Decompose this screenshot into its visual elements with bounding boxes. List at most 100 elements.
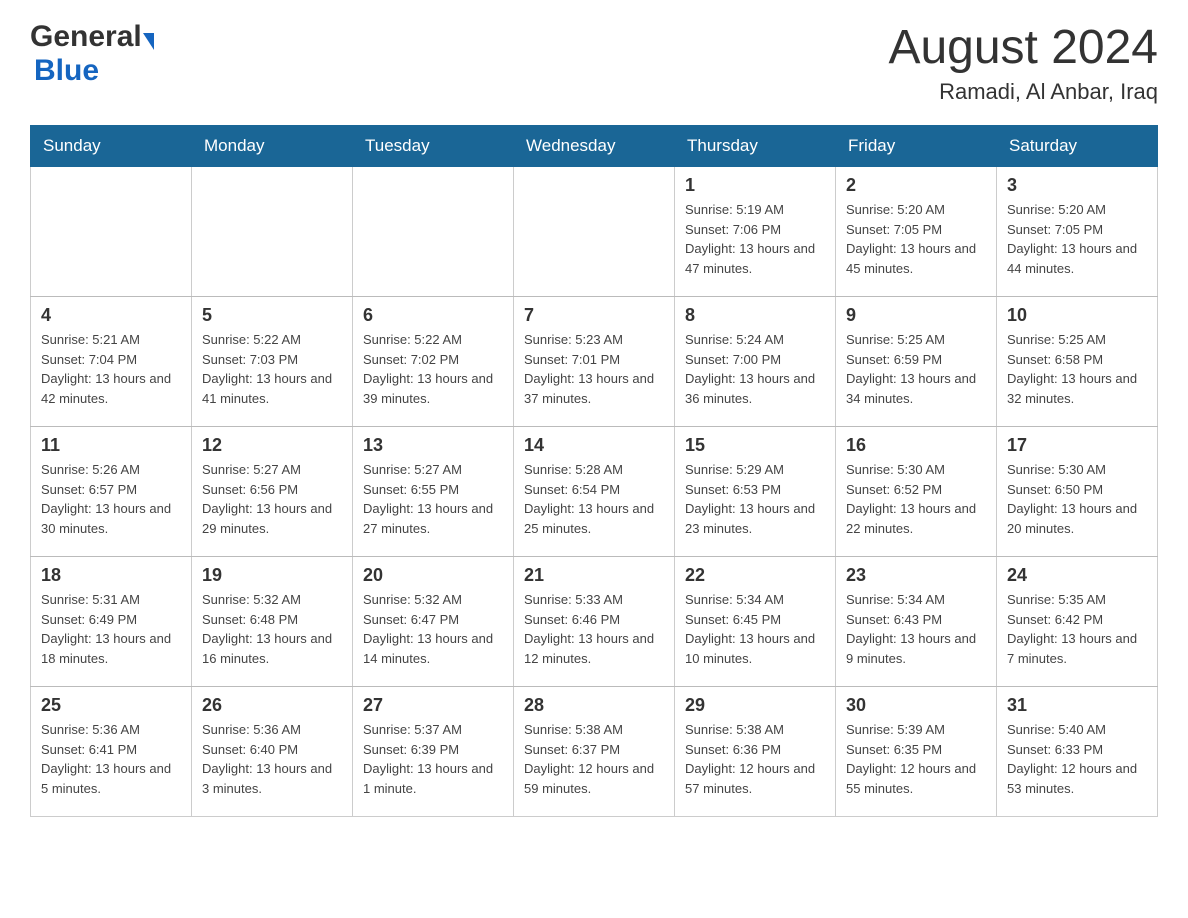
day-info: Sunrise: 5:19 AM Sunset: 7:06 PM Dayligh… <box>685 200 825 278</box>
calendar-header-row: SundayMondayTuesdayWednesdayThursdayFrid… <box>31 126 1158 167</box>
day-info: Sunrise: 5:21 AM Sunset: 7:04 PM Dayligh… <box>41 330 181 408</box>
column-header-friday: Friday <box>836 126 997 167</box>
day-info: Sunrise: 5:23 AM Sunset: 7:01 PM Dayligh… <box>524 330 664 408</box>
day-number: 11 <box>41 435 181 456</box>
column-header-tuesday: Tuesday <box>353 126 514 167</box>
day-info: Sunrise: 5:35 AM Sunset: 6:42 PM Dayligh… <box>1007 590 1147 668</box>
day-number: 23 <box>846 565 986 586</box>
day-number: 31 <box>1007 695 1147 716</box>
day-number: 5 <box>202 305 342 326</box>
day-number: 27 <box>363 695 503 716</box>
day-number: 9 <box>846 305 986 326</box>
day-info: Sunrise: 5:22 AM Sunset: 7:03 PM Dayligh… <box>202 330 342 408</box>
calendar-cell: 25Sunrise: 5:36 AM Sunset: 6:41 PM Dayli… <box>31 687 192 817</box>
calendar-cell: 10 Sunrise: 5:25 AM Sunset: 6:58 PM Dayli… <box>997 297 1158 427</box>
calendar-cell: 12 Sunrise: 5:27 AM Sunset: 6:56 PM Dayli… <box>192 427 353 557</box>
day-number: 26 <box>202 695 342 716</box>
calendar-cell: 13 Sunrise: 5:27 AM Sunset: 6:55 PM Dayli… <box>353 427 514 557</box>
day-number: 2 <box>846 175 986 196</box>
day-info: Sunrise: 5:32 AM Sunset: 6:47 PM Dayligh… <box>363 590 503 668</box>
day-info: Sunrise: 5:29 AM Sunset: 6:53 PM Dayligh… <box>685 460 825 538</box>
day-info: Sunrise: 5:37 AM Sunset: 6:39 PM Dayligh… <box>363 720 503 798</box>
calendar-week-row: 18Sunrise: 5:31 AM Sunset: 6:49 PM Dayli… <box>31 557 1158 687</box>
column-header-saturday: Saturday <box>997 126 1158 167</box>
day-info: Sunrise: 5:36 AM Sunset: 6:41 PM Dayligh… <box>41 720 181 798</box>
day-number: 7 <box>524 305 664 326</box>
day-info: Sunrise: 5:40 AM Sunset: 6:33 PM Dayligh… <box>1007 720 1147 798</box>
calendar-cell: 9 Sunrise: 5:25 AM Sunset: 6:59 PM Daylig… <box>836 297 997 427</box>
day-number: 15 <box>685 435 825 456</box>
day-info: Sunrise: 5:30 AM Sunset: 6:50 PM Dayligh… <box>1007 460 1147 538</box>
day-number: 10 <box>1007 305 1147 326</box>
day-info: Sunrise: 5:25 AM Sunset: 6:59 PM Dayligh… <box>846 330 986 408</box>
calendar-week-row: 25Sunrise: 5:36 AM Sunset: 6:41 PM Dayli… <box>31 687 1158 817</box>
calendar-cell: 6Sunrise: 5:22 AM Sunset: 7:02 PM Daylig… <box>353 297 514 427</box>
day-info: Sunrise: 5:20 AM Sunset: 7:05 PM Dayligh… <box>1007 200 1147 278</box>
calendar-cell: 15 Sunrise: 5:29 AM Sunset: 6:53 PM Dayli… <box>675 427 836 557</box>
day-number: 13 <box>363 435 503 456</box>
calendar-cell: 17Sunrise: 5:30 AM Sunset: 6:50 PM Dayli… <box>997 427 1158 557</box>
day-info: Sunrise: 5:27 AM Sunset: 6:56 PM Dayligh… <box>202 460 342 538</box>
calendar-cell <box>192 167 353 297</box>
calendar-cell: 28 Sunrise: 5:38 AM Sunset: 6:37 PM Dayli… <box>514 687 675 817</box>
calendar-cell <box>31 167 192 297</box>
calendar-cell <box>353 167 514 297</box>
day-info: Sunrise: 5:20 AM Sunset: 7:05 PM Dayligh… <box>846 200 986 278</box>
calendar-cell: 3 Sunrise: 5:20 AM Sunset: 7:05 PM Daylig… <box>997 167 1158 297</box>
column-header-monday: Monday <box>192 126 353 167</box>
day-number: 1 <box>685 175 825 196</box>
logo-blue-text: Blue <box>30 54 99 87</box>
calendar-cell: 30Sunrise: 5:39 AM Sunset: 6:35 PM Dayli… <box>836 687 997 817</box>
day-number: 14 <box>524 435 664 456</box>
day-info: Sunrise: 5:33 AM Sunset: 6:46 PM Dayligh… <box>524 590 664 668</box>
calendar-cell: 18Sunrise: 5:31 AM Sunset: 6:49 PM Dayli… <box>31 557 192 687</box>
day-info: Sunrise: 5:34 AM Sunset: 6:45 PM Dayligh… <box>685 590 825 668</box>
calendar-cell: 23 Sunrise: 5:34 AM Sunset: 6:43 PM Dayli… <box>836 557 997 687</box>
day-info: Sunrise: 5:36 AM Sunset: 6:40 PM Dayligh… <box>202 720 342 798</box>
calendar-cell: 22 Sunrise: 5:34 AM Sunset: 6:45 PM Dayli… <box>675 557 836 687</box>
calendar-cell: 27 Sunrise: 5:37 AM Sunset: 6:39 PM Dayli… <box>353 687 514 817</box>
day-info: Sunrise: 5:32 AM Sunset: 6:48 PM Dayligh… <box>202 590 342 668</box>
day-info: Sunrise: 5:24 AM Sunset: 7:00 PM Dayligh… <box>685 330 825 408</box>
logo-general-text: General <box>30 20 142 54</box>
day-number: 28 <box>524 695 664 716</box>
calendar-cell: 31 Sunrise: 5:40 AM Sunset: 6:33 PM Dayli… <box>997 687 1158 817</box>
calendar-week-row: 1 Sunrise: 5:19 AM Sunset: 7:06 PM Daylig… <box>31 167 1158 297</box>
day-info: Sunrise: 5:27 AM Sunset: 6:55 PM Dayligh… <box>363 460 503 538</box>
calendar-cell: 5 Sunrise: 5:22 AM Sunset: 7:03 PM Daylig… <box>192 297 353 427</box>
month-year-title: August 2024 <box>888 20 1158 75</box>
calendar-cell: 7 Sunrise: 5:23 AM Sunset: 7:01 PM Daylig… <box>514 297 675 427</box>
calendar-cell: 1 Sunrise: 5:19 AM Sunset: 7:06 PM Daylig… <box>675 167 836 297</box>
title-section: August 2024 Ramadi, Al Anbar, Iraq <box>888 20 1158 105</box>
day-info: Sunrise: 5:34 AM Sunset: 6:43 PM Dayligh… <box>846 590 986 668</box>
day-number: 12 <box>202 435 342 456</box>
calendar-cell: 19Sunrise: 5:32 AM Sunset: 6:48 PM Dayli… <box>192 557 353 687</box>
day-info: Sunrise: 5:38 AM Sunset: 6:37 PM Dayligh… <box>524 720 664 798</box>
day-number: 22 <box>685 565 825 586</box>
calendar-cell: 4 Sunrise: 5:21 AM Sunset: 7:04 PM Daylig… <box>31 297 192 427</box>
day-info: Sunrise: 5:30 AM Sunset: 6:52 PM Dayligh… <box>846 460 986 538</box>
column-header-thursday: Thursday <box>675 126 836 167</box>
page-header: General Blue August 2024 Ramadi, Al Anba… <box>30 20 1158 105</box>
logo: General Blue <box>30 20 155 88</box>
day-info: Sunrise: 5:25 AM Sunset: 6:58 PM Dayligh… <box>1007 330 1147 408</box>
calendar-cell: 16 Sunrise: 5:30 AM Sunset: 6:52 PM Dayli… <box>836 427 997 557</box>
calendar-week-row: 11 Sunrise: 5:26 AM Sunset: 6:57 PM Dayli… <box>31 427 1158 557</box>
column-header-wednesday: Wednesday <box>514 126 675 167</box>
day-number: 3 <box>1007 175 1147 196</box>
calendar-cell: 21 Sunrise: 5:33 AM Sunset: 6:46 PM Dayli… <box>514 557 675 687</box>
calendar-cell: 26 Sunrise: 5:36 AM Sunset: 6:40 PM Dayli… <box>192 687 353 817</box>
day-info: Sunrise: 5:39 AM Sunset: 6:35 PM Dayligh… <box>846 720 986 798</box>
day-number: 6 <box>363 305 503 326</box>
day-info: Sunrise: 5:26 AM Sunset: 6:57 PM Dayligh… <box>41 460 181 538</box>
day-number: 16 <box>846 435 986 456</box>
calendar-cell: 8Sunrise: 5:24 AM Sunset: 7:00 PM Daylig… <box>675 297 836 427</box>
calendar-cell: 14Sunrise: 5:28 AM Sunset: 6:54 PM Dayli… <box>514 427 675 557</box>
calendar-cell <box>514 167 675 297</box>
calendar-cell: 20Sunrise: 5:32 AM Sunset: 6:47 PM Dayli… <box>353 557 514 687</box>
day-number: 24 <box>1007 565 1147 586</box>
day-number: 4 <box>41 305 181 326</box>
day-number: 21 <box>524 565 664 586</box>
location-text: Ramadi, Al Anbar, Iraq <box>888 79 1158 105</box>
calendar-cell: 29Sunrise: 5:38 AM Sunset: 6:36 PM Dayli… <box>675 687 836 817</box>
